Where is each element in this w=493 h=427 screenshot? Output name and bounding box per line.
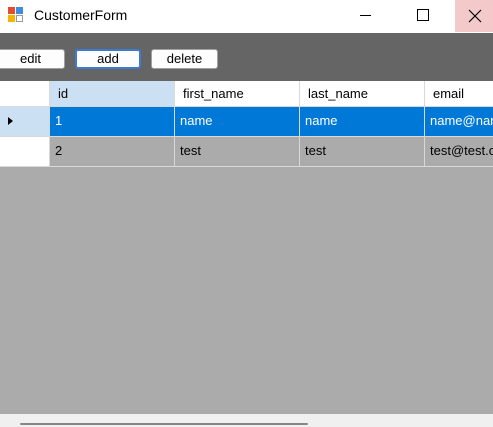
- column-header-id[interactable]: id: [50, 81, 175, 107]
- delete-button[interactable]: delete: [151, 49, 218, 69]
- grid-header-row: id first_name last_name email: [0, 81, 493, 107]
- cell-email[interactable]: test@test.c: [425, 137, 493, 167]
- add-button[interactable]: add: [75, 49, 141, 69]
- row-header[interactable]: [0, 137, 50, 167]
- table-row[interactable]: 2 test test test@test.c: [0, 137, 493, 167]
- maximize-button[interactable]: [400, 0, 446, 32]
- title-bar: CustomerForm: [0, 0, 493, 32]
- cell-last-name[interactable]: test: [300, 137, 425, 167]
- edit-button[interactable]: edit: [0, 49, 65, 69]
- cell-id[interactable]: 1: [50, 107, 175, 137]
- scrollbar-thumb[interactable]: [20, 423, 308, 425]
- maximize-icon: [417, 9, 429, 21]
- cell-id[interactable]: 2: [50, 137, 175, 167]
- minimize-button[interactable]: [343, 0, 389, 32]
- row-header[interactable]: [0, 107, 50, 137]
- column-header-email[interactable]: email: [425, 81, 493, 107]
- customer-data-grid[interactable]: id first_name last_name email 1 name nam…: [0, 81, 493, 414]
- current-row-arrow-icon: [8, 117, 13, 125]
- column-header-first-name[interactable]: first_name: [175, 81, 300, 107]
- table-row[interactable]: 1 name name name@nar: [0, 107, 493, 137]
- horizontal-scrollbar[interactable]: [0, 414, 493, 427]
- cell-first-name[interactable]: test: [175, 137, 300, 167]
- column-header-last-name[interactable]: last_name: [300, 81, 425, 107]
- cell-last-name[interactable]: name: [300, 107, 425, 137]
- cell-email[interactable]: name@nar: [425, 107, 493, 137]
- cell-first-name[interactable]: name: [175, 107, 300, 137]
- minimize-icon: [360, 15, 371, 16]
- toolbar: edit add delete: [0, 33, 493, 81]
- window-title: CustomerForm: [34, 7, 128, 23]
- row-header-corner[interactable]: [0, 81, 50, 107]
- close-button[interactable]: [455, 0, 493, 32]
- form-app-icon: [8, 7, 24, 23]
- close-icon: [468, 9, 482, 23]
